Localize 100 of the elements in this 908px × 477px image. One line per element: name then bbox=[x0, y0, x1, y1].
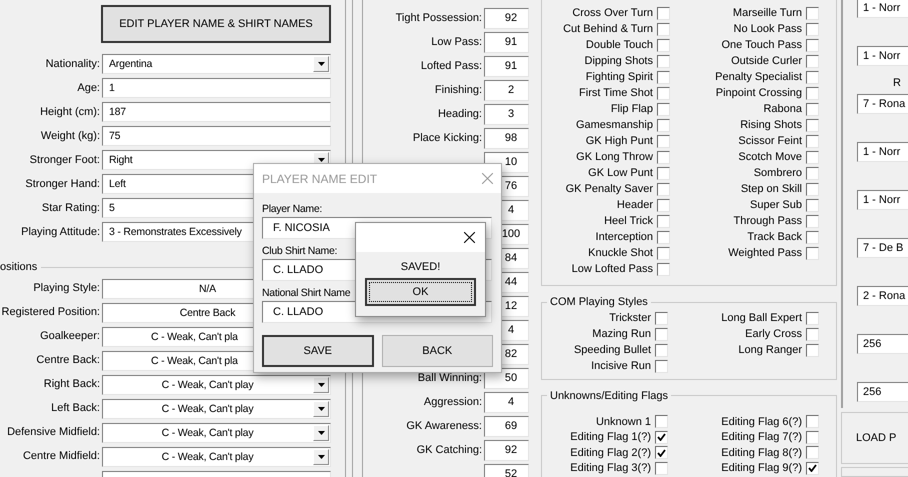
dropdown-field[interactable]: C - Weak, Can't play bbox=[102, 422, 331, 442]
checkbox-label: Rising Shots bbox=[739, 118, 803, 133]
ok-button[interactable]: OK bbox=[365, 278, 476, 306]
checkbox[interactable] bbox=[806, 118, 819, 132]
checkbox[interactable] bbox=[806, 246, 819, 260]
dialog-button[interactable]: SAVE bbox=[262, 335, 374, 367]
close-icon[interactable] bbox=[464, 232, 475, 243]
checkbox[interactable] bbox=[657, 134, 670, 148]
checkbox[interactable] bbox=[806, 22, 819, 36]
dropdown-field[interactable]: C - Weak, Can't play bbox=[102, 374, 331, 394]
checkbox[interactable] bbox=[806, 328, 819, 341]
checkbox[interactable] bbox=[655, 344, 668, 357]
checkbox[interactable] bbox=[657, 38, 670, 52]
dropdown-button[interactable] bbox=[313, 56, 329, 72]
checkbox[interactable] bbox=[806, 6, 819, 20]
checkbox[interactable] bbox=[806, 214, 819, 228]
checkbox[interactable] bbox=[655, 328, 668, 341]
checkbox[interactable] bbox=[655, 360, 668, 373]
checkbox[interactable] bbox=[655, 415, 668, 428]
checkbox[interactable] bbox=[655, 462, 668, 475]
stat-field[interactable]: 69 bbox=[484, 416, 529, 437]
checkbox[interactable] bbox=[657, 214, 670, 228]
checkbox[interactable] bbox=[806, 462, 819, 475]
dropdown-button[interactable] bbox=[313, 424, 329, 440]
checkbox[interactable] bbox=[806, 312, 819, 325]
checkbox-label: Long Ball Expert bbox=[720, 311, 803, 326]
dropdown-field[interactable]: 256 bbox=[857, 334, 908, 354]
checkbox[interactable] bbox=[655, 312, 668, 325]
checkbox[interactable] bbox=[657, 118, 670, 132]
checkbox[interactable] bbox=[657, 54, 670, 68]
stat-field[interactable]: 52 bbox=[484, 464, 529, 477]
dropdown-field[interactable]: 2 - Rona bbox=[857, 286, 908, 306]
dropdown-button[interactable] bbox=[313, 376, 329, 392]
dropdown-field[interactable]: 256 bbox=[857, 382, 908, 402]
stat-field[interactable]: 2 bbox=[484, 80, 529, 101]
dropdown-field[interactable]: 1 - Norr bbox=[857, 46, 908, 66]
checkbox[interactable] bbox=[657, 6, 670, 20]
dropdown-field[interactable]: 1 - Norr bbox=[857, 142, 908, 162]
checkbox[interactable] bbox=[806, 54, 819, 68]
dropdown-button[interactable] bbox=[313, 448, 329, 464]
checkbox[interactable] bbox=[806, 150, 819, 164]
edit-names-button[interactable]: EDIT PLAYER NAME & SHIRT NAMES bbox=[101, 5, 331, 43]
stat-field[interactable]: 91 bbox=[484, 32, 529, 53]
checkbox[interactable] bbox=[806, 38, 819, 52]
checkbox[interactable] bbox=[657, 102, 670, 116]
checkbox[interactable] bbox=[655, 446, 668, 460]
checkbox[interactable] bbox=[657, 86, 670, 100]
dropdown-field[interactable]: C - Weak, Can't play bbox=[102, 398, 331, 418]
dropdown-field[interactable]: Argentina bbox=[102, 54, 331, 74]
input-field[interactable]: 75 bbox=[102, 126, 331, 146]
checkbox[interactable] bbox=[657, 246, 670, 260]
checkbox-label: Double Touch bbox=[584, 38, 654, 53]
checkbox-label: Editing Flag 6(?) bbox=[720, 414, 803, 430]
dropdown-button[interactable] bbox=[313, 400, 329, 416]
checkbox[interactable] bbox=[806, 430, 819, 444]
stat-label: Lofted Pass: bbox=[420, 59, 483, 74]
checkbox-label: GK Penalty Saver bbox=[564, 182, 654, 197]
checkbox[interactable] bbox=[657, 230, 670, 244]
stat-field[interactable]: 50 bbox=[484, 368, 529, 389]
load-button[interactable]: LOAD P bbox=[841, 412, 908, 464]
input-field[interactable]: 187 bbox=[102, 102, 331, 122]
checkbox[interactable] bbox=[657, 262, 670, 276]
checkbox[interactable] bbox=[806, 415, 819, 428]
dropdown-field[interactable]: 7 - De B bbox=[857, 238, 908, 258]
dropdown-field[interactable]: 7 - Rona bbox=[857, 94, 908, 114]
group-title: Unknowns/Editing Flags bbox=[549, 388, 670, 404]
checkbox-label: Mazing Run bbox=[591, 327, 652, 342]
stat-field[interactable]: 91 bbox=[484, 56, 529, 77]
dropdown-field[interactable]: 1 - Norr bbox=[857, 0, 908, 18]
checkbox[interactable] bbox=[657, 166, 670, 180]
checkbox[interactable] bbox=[806, 198, 819, 212]
checkbox-label: Interception bbox=[594, 230, 654, 245]
stat-field[interactable]: 98 bbox=[484, 128, 529, 149]
stat-field[interactable]: 3 bbox=[484, 104, 529, 125]
checkbox[interactable] bbox=[806, 70, 819, 84]
dialog-button[interactable]: BACK bbox=[382, 335, 493, 367]
checkbox[interactable] bbox=[806, 446, 819, 460]
checkbox[interactable] bbox=[657, 70, 670, 84]
field-label: Stronger Foot: bbox=[28, 152, 101, 168]
checkbox[interactable] bbox=[657, 198, 670, 212]
checkbox[interactable] bbox=[806, 86, 819, 100]
checkbox[interactable] bbox=[806, 102, 819, 116]
checkbox-label: Gamesmanship bbox=[574, 118, 654, 133]
checkbox[interactable] bbox=[806, 134, 819, 148]
dropdown-field[interactable]: 1 - Norr bbox=[857, 190, 908, 210]
checkbox[interactable] bbox=[806, 230, 819, 244]
checkbox[interactable] bbox=[806, 182, 819, 196]
stat-field[interactable]: 4 bbox=[484, 392, 529, 413]
checkbox[interactable] bbox=[806, 166, 819, 180]
input-field[interactable]: 1 bbox=[102, 78, 331, 98]
dropdown-field[interactable]: C - Weak, Can't play bbox=[102, 446, 331, 466]
stat-field[interactable]: 92 bbox=[484, 8, 529, 29]
checkbox[interactable] bbox=[806, 344, 819, 357]
checkbox[interactable] bbox=[657, 22, 670, 36]
checkbox-label: Early Cross bbox=[744, 327, 803, 342]
checkbox[interactable] bbox=[655, 430, 668, 444]
checkbox[interactable] bbox=[657, 150, 670, 164]
checkbox[interactable] bbox=[657, 182, 670, 196]
checkbox-label: Step on Skill bbox=[740, 182, 803, 197]
stat-field[interactable]: 92 bbox=[484, 440, 529, 461]
